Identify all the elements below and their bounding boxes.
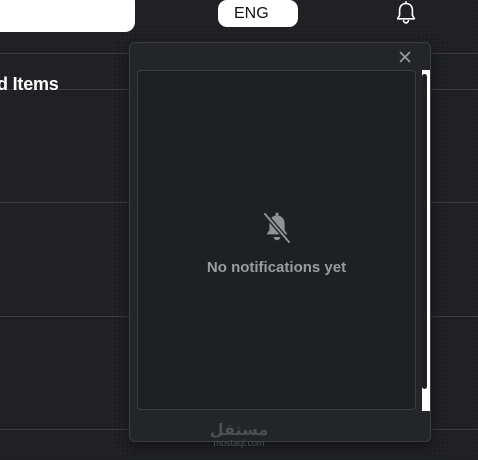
watermark-latin: mostaql.com <box>213 438 265 448</box>
watermark-logo: مستقل mostaql.com <box>207 422 271 448</box>
section-title: d Items <box>0 74 59 94</box>
close-button[interactable] <box>397 49 413 65</box>
empty-state-text: No notifications yet <box>206 259 347 276</box>
empty-state: No notifications yet <box>138 211 415 276</box>
scrollbar-thumb[interactable] <box>422 74 427 389</box>
bell-icon <box>396 1 416 24</box>
close-icon <box>399 51 411 63</box>
bell-off-icon <box>262 211 291 245</box>
notifications-list: No notifications yet <box>137 70 416 410</box>
watermark-arabic: مستقل <box>209 420 269 439</box>
notifications-button[interactable] <box>393 0 419 26</box>
page: ENG d Items No notifications yet مستقل m… <box>0 0 478 460</box>
search-input[interactable] <box>0 0 135 32</box>
language-select-value: ENG <box>234 4 269 22</box>
language-select[interactable]: ENG <box>218 0 298 27</box>
notifications-popup: No notifications yet <box>129 42 431 442</box>
scrollbar[interactable] <box>422 70 430 411</box>
